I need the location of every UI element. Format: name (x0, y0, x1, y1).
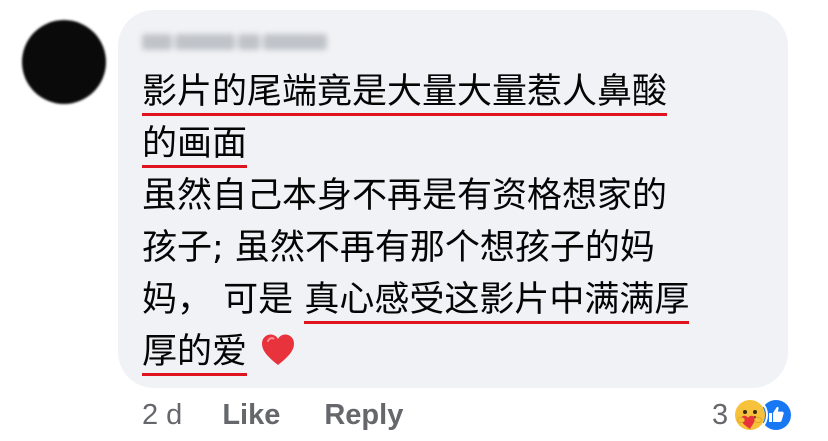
comment-timestamp[interactable]: 2 d (142, 399, 182, 432)
comment-line-6: 厚的爱 (142, 326, 782, 378)
reaction-summary[interactable]: 3 (712, 394, 795, 436)
comment-line-1: 影片的尾端竟是大量大量惹人鼻酸 (142, 66, 782, 118)
reply-button[interactable]: Reply (324, 399, 403, 432)
comment-text-segment: 妈， (142, 280, 213, 320)
comment-actions: 2 d Like Reply (142, 395, 403, 435)
comment-text-segment: 可是 (223, 280, 294, 320)
comment-line-2: 的画面 (142, 118, 782, 170)
like-button[interactable]: Like (222, 399, 280, 432)
underlined-text: 影片的尾端竟是大量大量惹人鼻酸 (142, 72, 668, 116)
underlined-text: 的画面 (142, 124, 248, 168)
comment-line-5: 妈， 可是 真心感受这影片中满满厚 (142, 274, 782, 326)
comment-text: 影片的尾端竟是大量大量惹人鼻酸 的画面 虽然自己本身不再是有资格想家的 孩子; … (142, 66, 782, 378)
care-reaction-icon (732, 397, 769, 433)
commenter-avatar[interactable] (22, 20, 106, 104)
underlined-text: 厚的爱 (142, 332, 248, 376)
commenter-name-blurred[interactable] (142, 30, 340, 54)
comment-line-3: 虽然自己本身不再是有资格想家的 (142, 176, 668, 216)
reaction-count: 3 (712, 398, 729, 431)
red-heart-emoji-icon (262, 334, 295, 365)
underlined-text: 真心感受这影片中满满厚 (304, 280, 690, 324)
comment-line-4: 孩子; 虽然不再有那个想孩子的妈 (142, 228, 655, 268)
